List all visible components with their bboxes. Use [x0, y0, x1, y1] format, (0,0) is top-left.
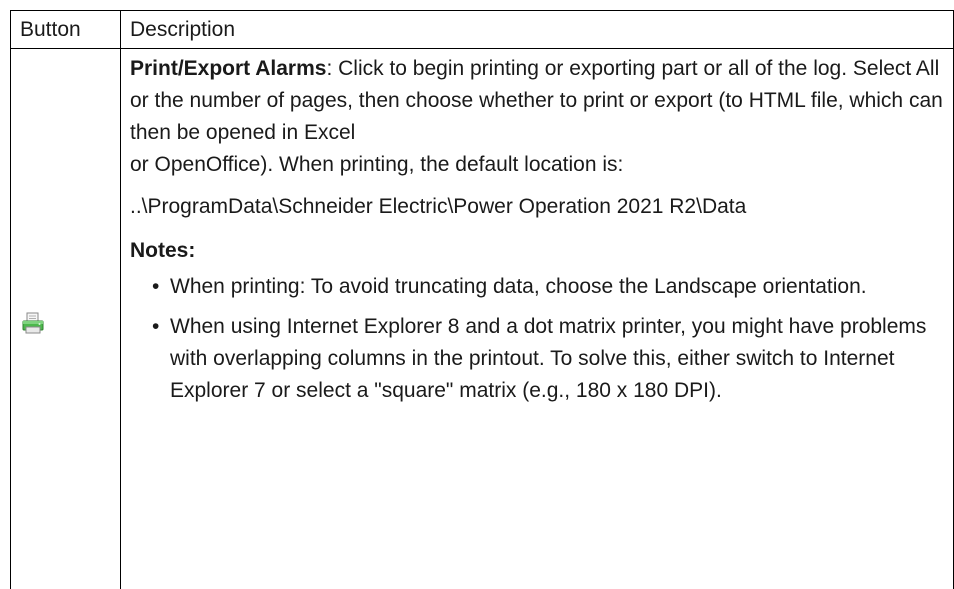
header-button: Button	[11, 11, 121, 49]
notes-list: • When printing: To avoid truncating dat…	[130, 271, 944, 407]
button-description-table: Button Description	[10, 10, 954, 589]
print-export-title: Print/Export Alarms	[130, 57, 326, 80]
bullet: •	[152, 311, 159, 343]
printer-icon[interactable]	[20, 311, 46, 337]
intro-text-line2: or OpenOffice). When printing, the defau…	[130, 153, 623, 176]
list-item: • When using Internet Explorer 8 and a d…	[152, 311, 944, 407]
intro-paragraph: Print/Export Alarms: Click to begin prin…	[130, 53, 944, 181]
note-text: When printing: To avoid truncating data,…	[170, 275, 867, 298]
button-cell	[11, 49, 121, 589]
note-text: When using Internet Explorer 8 and a dot…	[170, 315, 926, 402]
header-description: Description	[121, 11, 954, 49]
default-location-path: ..\ProgramData\Schneider Electric\Power …	[130, 191, 944, 223]
list-item: • When printing: To avoid truncating dat…	[152, 271, 944, 303]
table-row: Print/Export Alarms: Click to begin prin…	[11, 49, 954, 589]
description-cell: Print/Export Alarms: Click to begin prin…	[121, 49, 954, 589]
bullet: •	[152, 271, 159, 303]
notes-heading: Notes:	[130, 235, 944, 267]
table-header-row: Button Description	[11, 11, 954, 49]
